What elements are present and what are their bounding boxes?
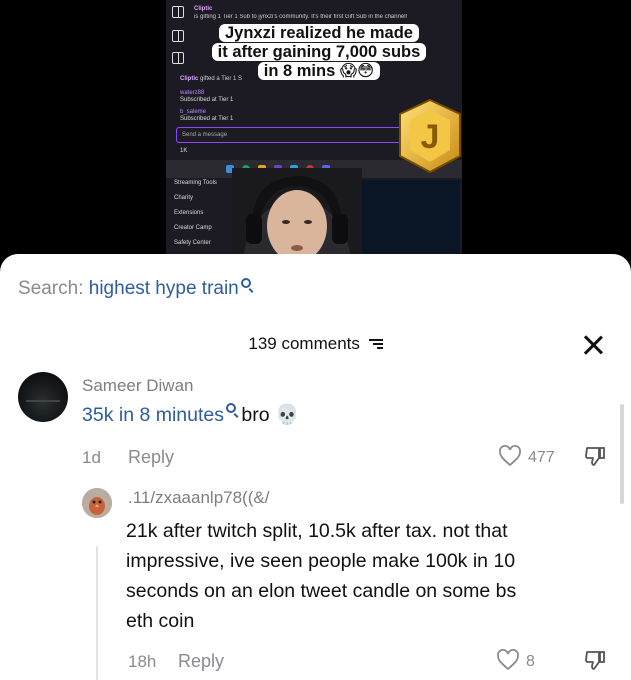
comment-text-rest: bro 💀: [241, 404, 300, 426]
like-count: 477: [528, 449, 555, 466]
comments-header: 139 comments: [0, 334, 631, 354]
stream-overlay: [352, 180, 460, 258]
heart-icon[interactable]: [498, 445, 522, 467]
chat-username: b_saleme: [180, 109, 207, 115]
menu-item: Safety Center: [174, 240, 211, 246]
avatar[interactable]: [18, 372, 68, 422]
comment-text: 35k in 8 minutes bro 💀: [82, 400, 299, 430]
comment-time: 18h: [128, 652, 157, 671]
caption-line: it after gaining 7,000 subs: [211, 43, 427, 61]
search-prefix: Search:: [18, 278, 84, 299]
chat-gift-text: is gifting 1 Tier 1 Sub to jynxzi's comm…: [194, 14, 408, 20]
caption-line: in 8 mins 😱😳: [257, 62, 381, 80]
video-caption: Jynxzi realized he made it after gaining…: [200, 24, 438, 81]
comment-line: impressive, ive seen people make 100k in…: [126, 550, 516, 572]
like-count: 8: [526, 653, 535, 670]
caption-emoji: 😱😳: [339, 62, 375, 80]
chat-username: Cliptic: [180, 76, 199, 82]
dislike-icon[interactable]: [584, 649, 606, 671]
search-icon: [226, 403, 236, 413]
comment-line: seconds on an elon tweet candle on some …: [126, 580, 517, 602]
heart-icon[interactable]: [496, 649, 520, 671]
menu-item: Extensions: [174, 210, 204, 216]
chat-username: waterz88: [180, 90, 205, 96]
avatar[interactable]: [82, 488, 112, 518]
gift-icon: [172, 52, 184, 64]
gift-icon: [172, 6, 184, 18]
thread-line: [96, 546, 98, 680]
scrollbar[interactable]: [620, 404, 624, 504]
comment-line: eth coin: [126, 610, 195, 632]
chat-text: Subscribed at Tier 1: [180, 116, 234, 122]
filter-icon[interactable]: [368, 339, 383, 349]
reply-button[interactable]: Reply: [178, 651, 224, 672]
menu-item: Streaming Tools: [174, 180, 217, 186]
search-icon: [240, 278, 251, 288]
comment-count: 139 comments: [248, 334, 360, 353]
chat-text: Subscribed at Tier 1: [180, 97, 234, 103]
chat-gift-row: Cliptic: [194, 6, 212, 12]
comment-username[interactable]: .11/zxaaanlp78((&/: [128, 488, 269, 508]
caption-text: in 8 mins: [263, 62, 336, 80]
gift-icon: [172, 30, 184, 42]
dislike-icon[interactable]: [584, 445, 606, 467]
bird-avatar-icon: [82, 488, 112, 518]
chat-username: Cliptic: [194, 6, 213, 12]
search-query-link[interactable]: highest hype train: [89, 278, 239, 299]
search-suggestion[interactable]: Search: highest hype train: [18, 278, 251, 300]
caption-line: Jynxzi realized he made: [218, 24, 419, 42]
sub-badge-icon: J: [399, 98, 461, 174]
menu-item: Charity: [174, 195, 194, 201]
comment-search-link[interactable]: 35k in 8 minutes: [82, 404, 224, 426]
svg-text:J: J: [421, 118, 440, 156]
video-player[interactable]: Cliptic is gifting 1 Tier 1 Sub to jynxz…: [0, 0, 631, 272]
comments-sheet: Search: highest hype train 139 comments …: [0, 254, 631, 680]
streamer-webcam: [232, 168, 362, 268]
reply-button[interactable]: Reply: [128, 447, 174, 468]
menu-item: Creator Camp: [174, 225, 212, 231]
close-icon[interactable]: [582, 334, 604, 356]
comment-time: 1d: [82, 448, 101, 467]
comment-username[interactable]: Sameer Diwan: [82, 376, 194, 396]
viewer-count: 1K: [180, 148, 188, 154]
comment-line: 21k after twitch split, 10.5k after tax.…: [126, 520, 508, 542]
